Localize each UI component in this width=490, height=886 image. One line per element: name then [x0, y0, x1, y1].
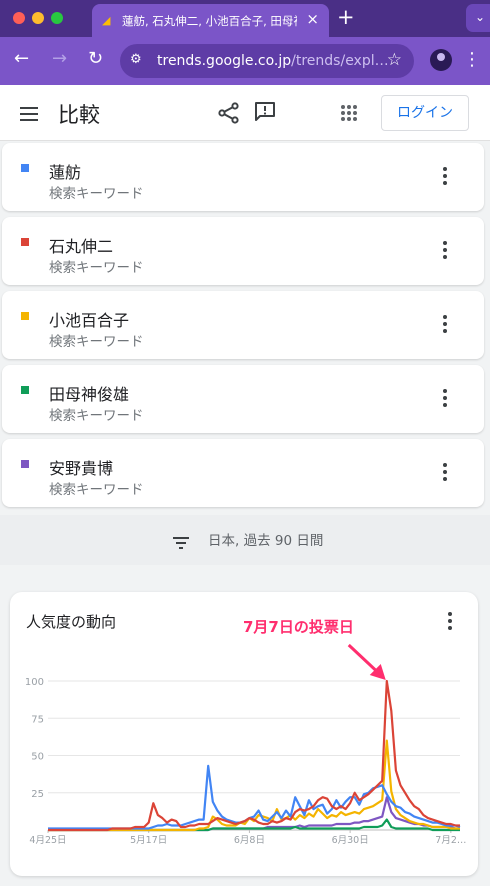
- share-icon[interactable]: [218, 102, 240, 124]
- more-vert-icon[interactable]: [443, 241, 447, 259]
- trends-favicon-icon: ◢: [102, 14, 111, 27]
- trends-header: 比較 ログイン: [0, 85, 490, 141]
- term-name: 安野貴博: [49, 459, 114, 478]
- tab-title: 蓮舫, 石丸伸二, 小池百合子, 田母神俊雄, 安野貴博: [122, 14, 297, 28]
- term-type: 検索キーワード: [49, 260, 144, 276]
- term-type: 検索キーワード: [49, 334, 144, 350]
- term-name: 石丸伸二: [49, 237, 114, 256]
- close-window-button[interactable]: [13, 12, 25, 24]
- address-url: trends.google.co.jp/trends/expl…: [157, 53, 389, 69]
- browser-tab-active[interactable]: ◢ 蓮舫, 石丸伸二, 小池百合子, 田母神俊雄, 安野貴博 ×: [92, 4, 329, 37]
- term-color-swatch: [21, 386, 29, 394]
- url-path: /trends/expl…: [291, 53, 389, 69]
- term-card[interactable]: 小池百合子 検索キーワード: [2, 291, 484, 359]
- browser-tab-strip: ◢ 蓮舫, 石丸伸二, 小池百合子, 田母神俊雄, 安野貴博 × + ⌄: [0, 0, 490, 37]
- x-tick-label: 6月8日: [234, 835, 265, 846]
- x-tick-label: 4月25日: [29, 835, 66, 846]
- feedback-icon[interactable]: [254, 101, 276, 123]
- apps-grid-icon[interactable]: [341, 105, 357, 121]
- term-color-swatch: [21, 238, 29, 246]
- x-tick-label: 7月2…: [435, 835, 466, 846]
- term-color-swatch: [21, 164, 29, 172]
- forward-arrow-icon[interactable]: →: [52, 48, 67, 69]
- y-tick-label: 75: [31, 714, 44, 725]
- interest-over-time-card: 人気度の動向 7月7日の投票日 100 75 50 25 4月25日 5月17日 6月8日 6…: [10, 592, 478, 876]
- filter-bar[interactable]: 日本, 過去 90 日間: [0, 515, 490, 565]
- tab-search-icon[interactable]: ⌄: [466, 4, 490, 32]
- more-vert-icon[interactable]: [443, 167, 447, 185]
- term-color-swatch: [21, 460, 29, 468]
- zoom-window-button[interactable]: [51, 12, 63, 24]
- term-card[interactable]: 安野貴博 検索キーワード: [2, 439, 484, 507]
- login-button[interactable]: ログイン: [381, 95, 469, 131]
- term-color-swatch: [21, 312, 29, 320]
- page-title: 比較: [58, 103, 100, 127]
- back-arrow-icon[interactable]: ←: [14, 48, 29, 69]
- term-type: 検索キーワード: [49, 186, 144, 202]
- tab-close-icon[interactable]: ×: [306, 10, 319, 28]
- more-vert-icon[interactable]: [443, 315, 447, 333]
- term-name: 小池百合子: [49, 311, 130, 330]
- filter-icon[interactable]: [173, 537, 189, 549]
- term-card[interactable]: 田母神俊雄 検索キーワード: [2, 365, 484, 433]
- url-host: trends.google.co.jp: [157, 53, 292, 69]
- y-tick-label: 25: [31, 789, 44, 800]
- interest-chart: 100 75 50 25 4月25日 5月17日 6月8日 6月30日 7月2…: [25, 643, 466, 846]
- address-bar[interactable]: ⚙ trends.google.co.jp/trends/expl… ☆: [120, 44, 414, 78]
- more-vert-icon[interactable]: [443, 463, 447, 481]
- x-tick-label: 6月30日: [332, 835, 369, 846]
- y-tick-label: 100: [25, 677, 44, 688]
- new-tab-button[interactable]: +: [337, 5, 355, 29]
- browser-toolbar: ← → ↻ ⚙ trends.google.co.jp/trends/expl……: [0, 37, 490, 85]
- term-type: 検索キーワード: [49, 408, 144, 424]
- more-vert-icon[interactable]: [443, 389, 447, 407]
- term-name: 蓮舫: [49, 163, 82, 182]
- browser-menu-icon[interactable]: ⋮: [463, 49, 481, 70]
- x-tick-label: 5月17日: [130, 835, 167, 846]
- term-card[interactable]: 蓮舫 検索キーワード: [2, 143, 484, 211]
- y-tick-label: 50: [31, 752, 44, 763]
- bookmark-star-icon[interactable]: ☆: [387, 50, 402, 70]
- term-type: 検索キーワード: [49, 482, 144, 498]
- site-info-icon[interactable]: ⚙: [130, 52, 142, 67]
- profile-avatar[interactable]: [430, 49, 452, 71]
- term-name: 田母神俊雄: [49, 385, 130, 404]
- reload-icon[interactable]: ↻: [88, 48, 103, 69]
- filter-label: 日本, 過去 90 日間: [208, 533, 324, 549]
- term-card[interactable]: 石丸伸二 検索キーワード: [2, 217, 484, 285]
- minimize-window-button[interactable]: [32, 12, 44, 24]
- menu-icon[interactable]: [20, 107, 38, 121]
